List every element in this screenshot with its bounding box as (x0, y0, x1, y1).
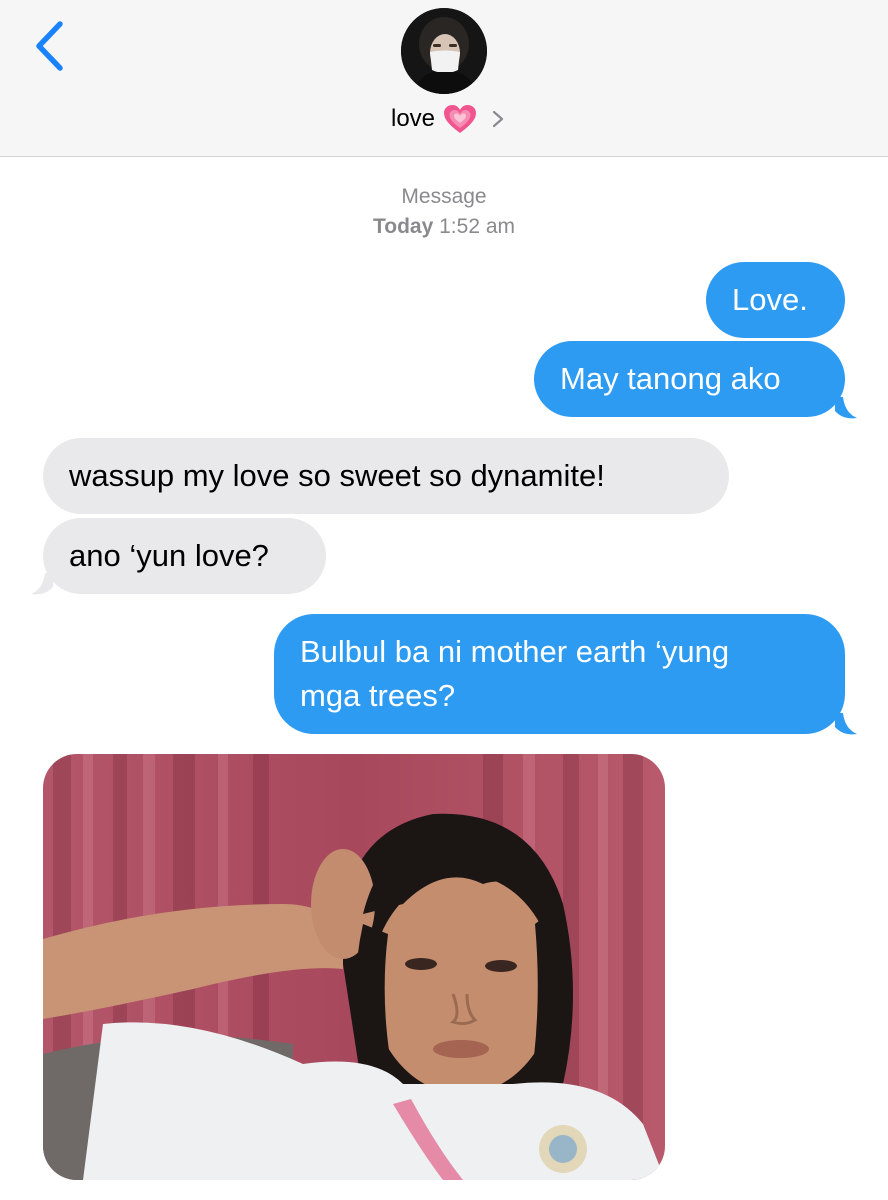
service-label: Message (401, 185, 487, 208)
contact-details-button[interactable]: love (0, 102, 888, 136)
growing-heart-icon (444, 105, 477, 133)
photo-attachment[interactable] (43, 754, 665, 1180)
bubble-tail (835, 713, 857, 735)
chevron-right-icon (492, 110, 504, 128)
message-bubble-received[interactable]: wassup my love so sweet so dynamite! (43, 438, 729, 514)
back-button[interactable] (30, 18, 74, 74)
message-text-line: Bulbul ba ni mother earth ‘yung (300, 634, 730, 669)
photo-image (43, 754, 665, 1180)
bubble-tail (835, 397, 857, 419)
message-text: Love. (732, 282, 808, 317)
timestamp: Today 1:52 am (0, 212, 888, 242)
message-bubble-sent[interactable]: Bulbul ba ni mother earth ‘yung mga tree… (274, 614, 845, 734)
avatar-photo (401, 8, 487, 94)
conversation-meta: Message Today 1:52 am (0, 182, 888, 242)
message-text: wassup my love so sweet so dynamite! (69, 458, 605, 493)
message-bubble-sent[interactable]: Love. (706, 262, 845, 338)
contact-name: love (390, 105, 436, 132)
bubble-tail (31, 573, 53, 595)
timestamp-day: Today (372, 215, 434, 238)
message-bubble-sent[interactable]: May tanong ako (534, 341, 845, 417)
conversation-header: love (0, 0, 888, 157)
message-text-line: mga trees? (300, 678, 456, 713)
message-text: ano ‘yun love? (69, 538, 269, 573)
message-text: May tanong ako (560, 361, 781, 396)
chevron-left-icon (36, 21, 63, 71)
contact-avatar[interactable] (401, 8, 487, 94)
timestamp-time: 1:52 am (439, 215, 516, 238)
message-bubble-received[interactable]: ano ‘yun love? (43, 518, 326, 594)
